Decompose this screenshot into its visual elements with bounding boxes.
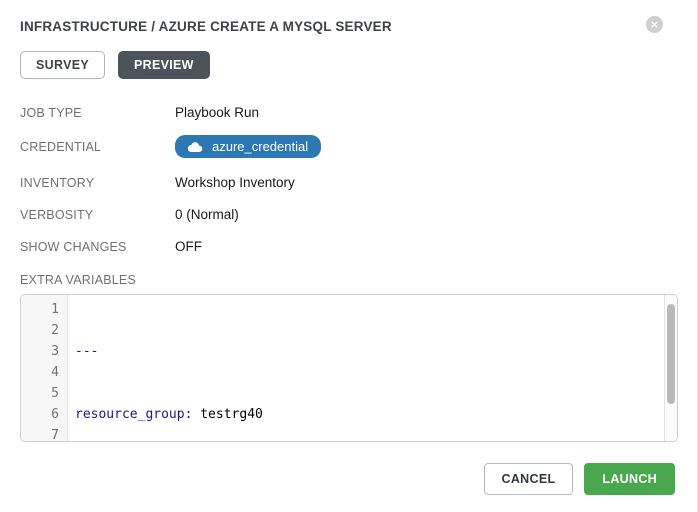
- editor-code-area[interactable]: --- resource_group: testrg40 location: e…: [68, 295, 677, 441]
- field-value: Workshop Inventory: [175, 175, 295, 190]
- credential-name: azure_credential: [212, 139, 308, 154]
- field-label: VERBOSITY: [20, 208, 175, 222]
- field-label: JOB TYPE: [20, 106, 175, 120]
- field-label: CREDENTIAL: [20, 140, 175, 154]
- modal-title: INFRASTRUCTURE / AZURE CREATE A MYSQL SE…: [20, 15, 392, 34]
- extra-variables-label: EXTRA VARIABLES: [20, 273, 677, 287]
- job-launch-preview-modal: INFRASTRUCTURE / AZURE CREATE A MYSQL SE…: [0, 0, 698, 512]
- line-number: 1: [21, 299, 59, 320]
- detail-row-credential: CREDENTIAL azure_credential: [20, 135, 677, 158]
- line-number: 2: [21, 320, 59, 341]
- line-number: 6: [21, 404, 59, 425]
- cancel-button[interactable]: CANCEL: [484, 463, 574, 495]
- cloud-icon: [186, 141, 204, 153]
- field-value: 0 (Normal): [175, 207, 239, 222]
- detail-row-inventory: INVENTORY Workshop Inventory: [20, 173, 677, 192]
- field-value: azure_credential: [175, 135, 321, 158]
- field-label: INVENTORY: [20, 176, 175, 190]
- modal-footer: CANCEL LAUNCH: [20, 463, 677, 495]
- field-value: OFF: [175, 239, 202, 254]
- tab-bar: SURVEY PREVIEW: [20, 51, 677, 79]
- editor-scrollbar-thumb[interactable]: [667, 304, 675, 404]
- field-value: Playbook Run: [175, 105, 259, 120]
- job-details: JOB TYPE Playbook Run CREDENTIAL azure_c…: [20, 103, 677, 256]
- extra-variables-editor[interactable]: 1 2 3 4 5 6 7 --- resource_group: testrg…: [20, 294, 678, 442]
- tab-preview[interactable]: PREVIEW: [118, 51, 210, 79]
- editor-line-number-gutter: 1 2 3 4 5 6 7: [21, 295, 68, 441]
- detail-row-verbosity: VERBOSITY 0 (Normal): [20, 205, 677, 224]
- close-icon[interactable]: ×: [646, 16, 663, 33]
- field-label: SHOW CHANGES: [20, 240, 175, 254]
- code-line: ---: [75, 341, 677, 362]
- detail-row-show-changes: SHOW CHANGES OFF: [20, 237, 677, 256]
- modal-header: INFRASTRUCTURE / AZURE CREATE A MYSQL SE…: [20, 15, 677, 34]
- line-number: 5: [21, 383, 59, 404]
- editor-scrollbar-track[interactable]: [664, 295, 677, 441]
- launch-button[interactable]: LAUNCH: [584, 463, 675, 495]
- line-number: 4: [21, 362, 59, 383]
- line-number: 3: [21, 341, 59, 362]
- line-number: 7: [21, 425, 59, 442]
- detail-row-job-type: JOB TYPE Playbook Run: [20, 103, 677, 122]
- code-line: resource_group: testrg40: [75, 404, 677, 425]
- credential-badge[interactable]: azure_credential: [175, 135, 321, 158]
- tab-survey[interactable]: SURVEY: [20, 51, 105, 79]
